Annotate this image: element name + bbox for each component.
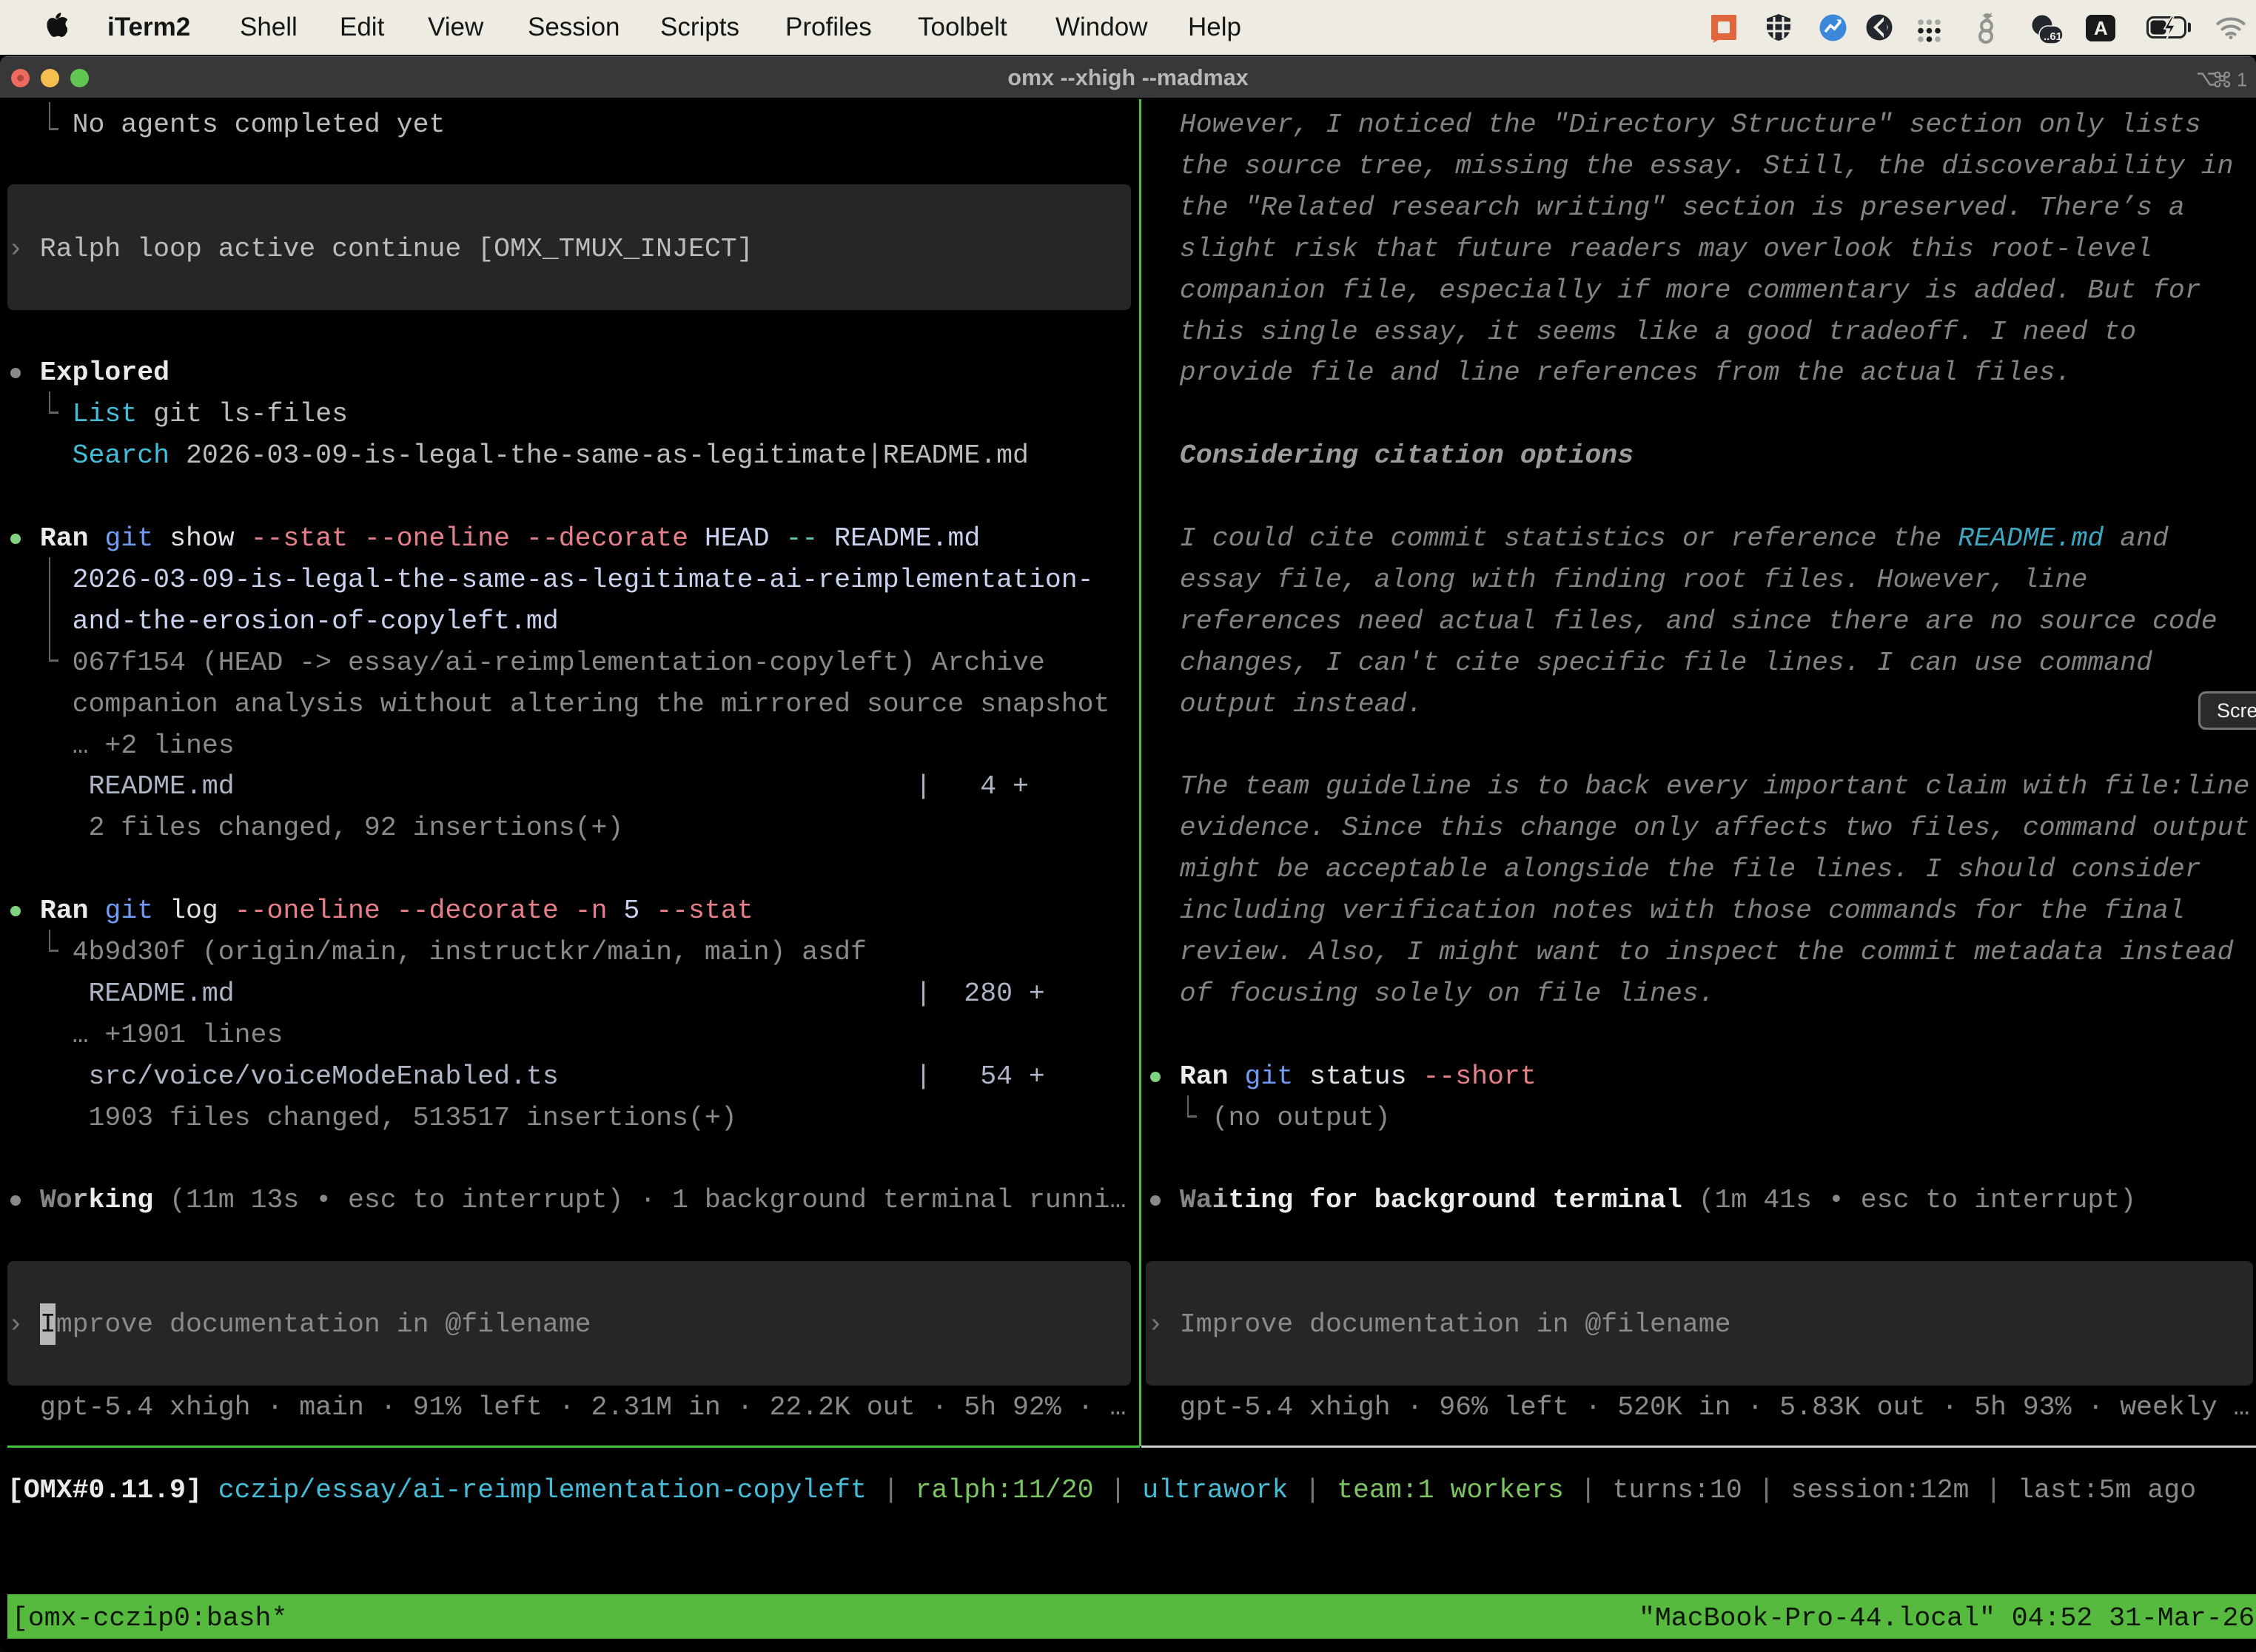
svg-text:..61: ..61 — [2044, 30, 2062, 43]
svg-text:1: 1 — [2237, 69, 2246, 89]
svg-text:A: A — [2094, 17, 2108, 39]
